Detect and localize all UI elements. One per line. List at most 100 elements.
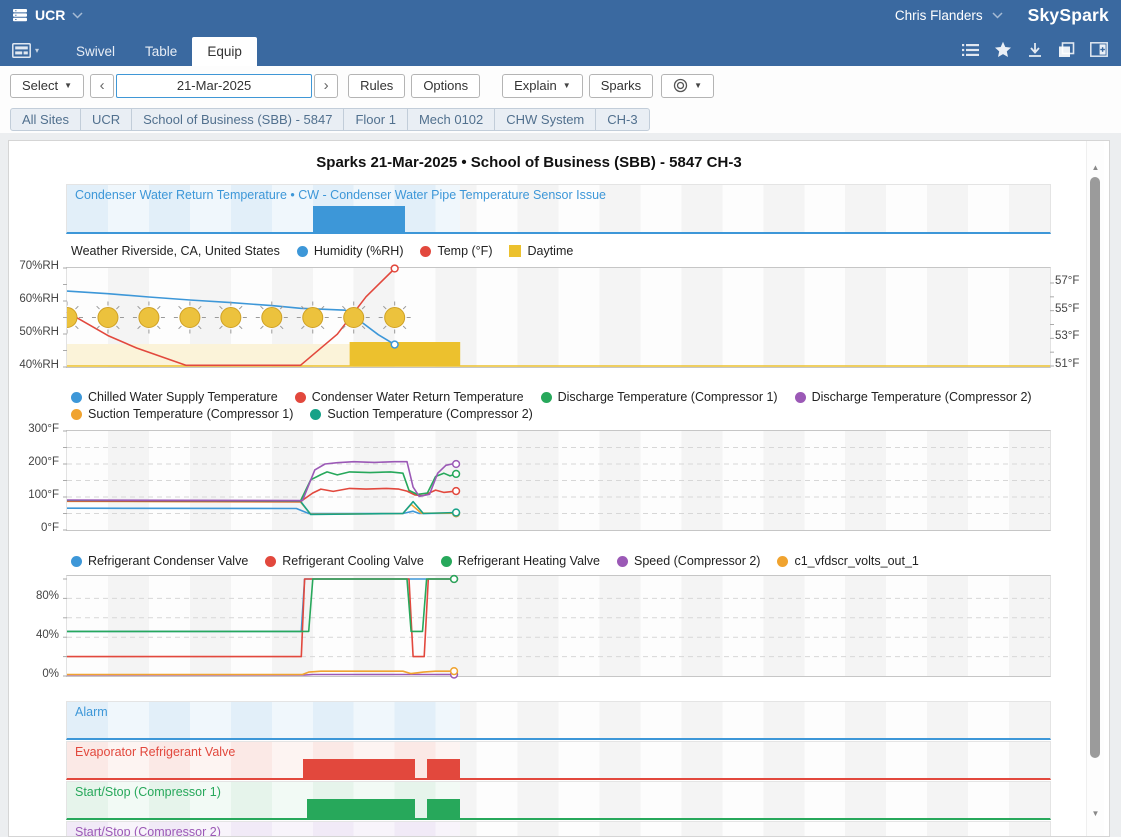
axis-tick-label: 40% bbox=[9, 629, 59, 641]
legend-dot-blue bbox=[297, 246, 308, 257]
select-label: Select bbox=[22, 78, 58, 93]
view-picker-button[interactable]: ▾ bbox=[12, 43, 39, 58]
favorite-star-icon[interactable] bbox=[994, 41, 1012, 58]
legend-label: Discharge Temperature (Compressor 1) bbox=[558, 390, 778, 404]
prev-date-button[interactable]: ‹ bbox=[90, 74, 114, 98]
duplicate-icon[interactable] bbox=[1058, 42, 1075, 58]
axis-tick-label: 80% bbox=[9, 590, 59, 602]
user-menu[interactable]: Chris Flanders bbox=[895, 8, 983, 23]
legend-item: Temp (°F) bbox=[420, 244, 492, 258]
options-label: Options bbox=[423, 78, 468, 93]
legend-label: Refrigerant Condenser Valve bbox=[88, 554, 248, 568]
options-button[interactable]: Options bbox=[411, 74, 480, 98]
timeline-strip-alarm: Alarm bbox=[66, 701, 1051, 740]
sparks-view: Sparks 21-Mar-2025 • School of Business … bbox=[9, 141, 1086, 837]
legend-item: Condenser Water Return Temperature bbox=[295, 390, 524, 404]
state-block bbox=[427, 759, 460, 778]
explain-button[interactable]: Explain ▼ bbox=[502, 74, 583, 98]
breadcrumb-item[interactable]: All Sites bbox=[10, 108, 81, 131]
timeline-strip-evap: Evaporator Refrigerant Valve bbox=[66, 741, 1051, 780]
axis-tick-label: 0% bbox=[9, 668, 59, 680]
axis-tick-label: 53°F bbox=[1055, 330, 1086, 342]
tab-swivel[interactable]: Swivel bbox=[61, 37, 130, 66]
axis-tick-label: 200°F bbox=[9, 456, 59, 468]
project-menu[interactable]: UCR bbox=[12, 7, 83, 23]
user-name: Chris Flanders bbox=[895, 8, 983, 23]
scroll-up-arrow[interactable]: ▲ bbox=[1087, 163, 1104, 172]
legend-dot-purple bbox=[795, 392, 806, 403]
state-block bbox=[303, 759, 416, 778]
axis-tick-label: 51°F bbox=[1055, 358, 1086, 370]
breadcrumb-item[interactable]: Mech 0102 bbox=[407, 108, 495, 131]
legend-item: Daytime bbox=[509, 244, 573, 258]
vertical-scrollbar[interactable]: ▲ ▼ bbox=[1086, 141, 1104, 836]
caret-down-icon: ▼ bbox=[64, 82, 72, 90]
legend-dot-orange bbox=[777, 556, 788, 567]
strip-label: Start/Stop (Compressor 1) bbox=[75, 785, 221, 799]
axis-tick-label: 50%RH bbox=[9, 326, 59, 338]
legend-dot-purple bbox=[617, 556, 628, 567]
download-icon[interactable] bbox=[1027, 42, 1043, 58]
scrollbar-thumb[interactable] bbox=[1090, 177, 1100, 758]
tab-table[interactable]: Table bbox=[130, 37, 192, 66]
rules-button[interactable]: Rules bbox=[348, 74, 405, 98]
breadcrumb-item[interactable]: School of Business (SBB) - 5847 bbox=[131, 108, 344, 131]
legend-square-gold bbox=[509, 245, 521, 257]
breadcrumb-item[interactable]: Floor 1 bbox=[343, 108, 407, 131]
breadcrumb-item[interactable]: CH-3 bbox=[595, 108, 649, 131]
legend-title: Weather Riverside, CA, United States bbox=[71, 244, 280, 258]
caret-down-icon: ▼ bbox=[563, 82, 571, 90]
list-view-icon[interactable] bbox=[962, 43, 979, 57]
strip-label: Evaporator Refrigerant Valve bbox=[75, 745, 235, 759]
state-block bbox=[427, 799, 460, 818]
plot-area bbox=[66, 267, 1051, 368]
sparks-button[interactable]: Sparks bbox=[589, 74, 653, 98]
legend-dot-green bbox=[441, 556, 452, 567]
chevron-left-icon: ‹ bbox=[100, 77, 105, 94]
legend-item: Discharge Temperature (Compressor 2) bbox=[795, 390, 1032, 404]
select-button[interactable]: Select ▼ bbox=[10, 74, 84, 98]
axis-tick-label: 100°F bbox=[9, 489, 59, 501]
legend-label: Discharge Temperature (Compressor 2) bbox=[812, 390, 1032, 404]
legend-label: Refrigerant Cooling Valve bbox=[282, 554, 424, 568]
target-icon bbox=[673, 78, 688, 93]
legend-dot-green bbox=[541, 392, 552, 403]
plot-area bbox=[66, 430, 1051, 531]
skyspark-app: UCR Chris Flanders SkySpark ▾ SwivelTabl… bbox=[0, 0, 1121, 837]
legend-label: Condenser Water Return Temperature bbox=[312, 390, 524, 404]
sparks-label: Sparks bbox=[601, 78, 641, 93]
legend-item: Chilled Water Supply Temperature bbox=[71, 390, 278, 404]
tabbar: ▾ SwivelTableEquip bbox=[0, 30, 1121, 66]
date-input[interactable] bbox=[116, 74, 312, 98]
axis-tick-label: 55°F bbox=[1055, 303, 1086, 315]
explain-label: Explain bbox=[514, 78, 557, 93]
legend-item: Humidity (%RH) bbox=[297, 244, 404, 258]
axis-tick-label: 0°F bbox=[9, 522, 59, 534]
plot-area bbox=[66, 575, 1051, 677]
axis-tick-label: 300°F bbox=[9, 423, 59, 435]
axis-tick-label: 70%RH bbox=[9, 260, 59, 272]
chevron-down-icon bbox=[72, 12, 83, 19]
target-menu-button[interactable]: ▼ bbox=[661, 74, 714, 98]
legend-dot-blue bbox=[71, 392, 82, 403]
legend-item: Refrigerant Cooling Valve bbox=[265, 554, 424, 568]
state-block bbox=[307, 799, 416, 818]
legend-item: Suction Temperature (Compressor 2) bbox=[310, 407, 532, 421]
database-icon bbox=[12, 7, 28, 23]
scroll-down-arrow[interactable]: ▼ bbox=[1087, 809, 1104, 818]
new-panel-icon[interactable] bbox=[1090, 42, 1108, 57]
legend-dot-red bbox=[265, 556, 276, 567]
tab-equip[interactable]: Equip bbox=[192, 37, 257, 66]
breadcrumb-item[interactable]: UCR bbox=[80, 108, 132, 131]
past-region bbox=[67, 702, 460, 738]
axis-tick-label: 40%RH bbox=[9, 359, 59, 371]
legend-label: Speed (Compressor 2) bbox=[634, 554, 760, 568]
state-block bbox=[313, 206, 405, 232]
legend-item: Discharge Temperature (Compressor 1) bbox=[541, 390, 778, 404]
chevron-down-icon bbox=[992, 12, 1003, 19]
legend-item: Refrigerant Condenser Valve bbox=[71, 554, 248, 568]
skyspark-logo: SkySpark bbox=[1028, 5, 1109, 26]
axis-tick-label: 60%RH bbox=[9, 293, 59, 305]
next-date-button[interactable]: › bbox=[314, 74, 338, 98]
breadcrumb-item[interactable]: CHW System bbox=[494, 108, 596, 131]
